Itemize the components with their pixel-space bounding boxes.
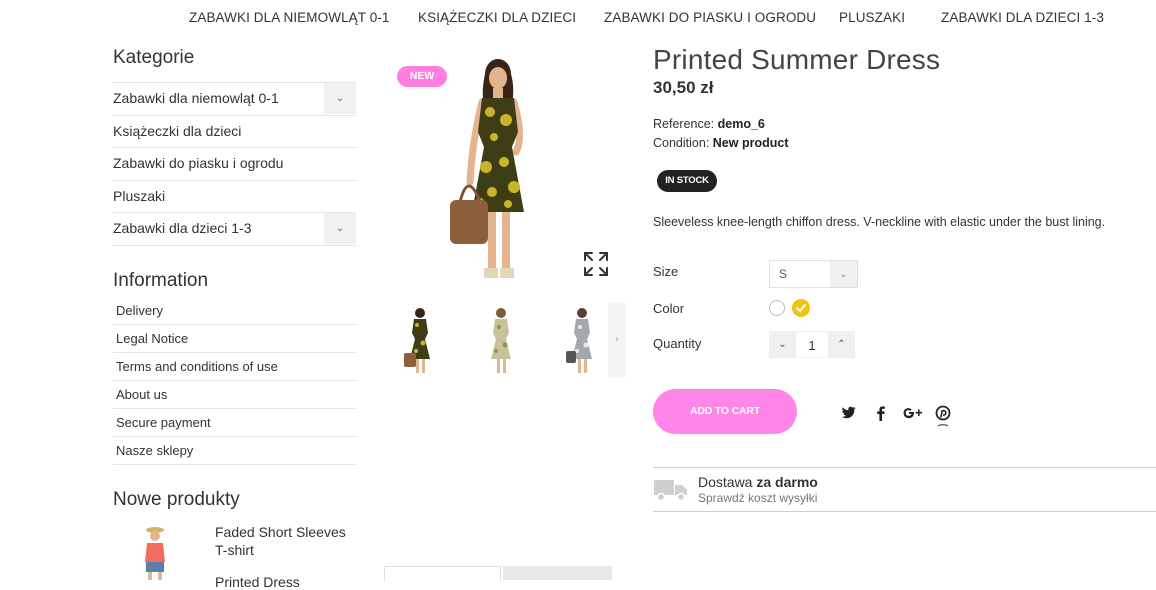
size-label: Size: [653, 264, 679, 279]
pinterest-glyph: [935, 405, 951, 426]
twitter-glyph: [841, 406, 856, 419]
tab[interactable]: [384, 566, 501, 581]
shipping-cost-link[interactable]: Sprawdź koszt wysyłki: [698, 491, 817, 505]
google-plus-glyph: [903, 408, 922, 419]
add-to-cart-button[interactable]: ADD TO CART: [653, 389, 797, 434]
shipping-title-prefix: Dostawa: [698, 474, 753, 490]
shipping-title: Dostawa za darmo: [698, 474, 818, 490]
twitter-icon[interactable]: [840, 404, 858, 422]
google-plus-icon[interactable]: [902, 404, 924, 422]
chevron-down-icon[interactable]: ⌄: [324, 83, 356, 114]
size-value: S: [779, 267, 788, 281]
category-label: Pluszaki: [113, 187, 166, 204]
category-label: Książeczki dla dzieci: [113, 122, 242, 139]
information-list: Delivery Legal Notice Terms and conditio…: [113, 297, 356, 465]
expand-arrows-icon: [584, 252, 608, 276]
check-icon: [796, 304, 806, 313]
shipping-info: Dostawa za darmo Sprawdź koszt wysyłki: [653, 467, 1156, 512]
facebook-glyph: [877, 406, 885, 421]
category-item[interactable]: Zabawki dla dzieci 1-3 ⌄: [113, 212, 356, 246]
topnav-item-zabawki-niemowlat[interactable]: ZABAWKI DLA NIEMOWLĄT 0-1: [189, 10, 390, 25]
color-swatch-yellow[interactable]: [792, 299, 810, 317]
categories-heading: Kategorie: [113, 47, 195, 68]
category-label: Zabawki dla niemowląt 0-1: [113, 90, 279, 106]
color-swatch-white[interactable]: [769, 300, 785, 316]
gallery-thumbnail[interactable]: [465, 303, 537, 377]
category-label: Zabawki dla dzieci 1-3: [113, 220, 252, 236]
dress-photo: [420, 52, 590, 292]
expand-icon[interactable]: [583, 251, 609, 277]
chevron-down-icon[interactable]: ⌄: [324, 213, 356, 244]
pinterest-icon[interactable]: [934, 404, 952, 426]
color-label: Color: [653, 301, 685, 316]
quantity-label: Quantity: [653, 336, 702, 351]
quantity-input[interactable]: 1: [796, 331, 828, 358]
new-product-name[interactable]: Faded Short Sleeves T-shirt: [215, 523, 355, 559]
reference-label: Reference:: [653, 117, 715, 131]
main-product-image[interactable]: [420, 52, 590, 292]
product-image: [145, 527, 165, 580]
truck-icon: [654, 480, 687, 502]
info-link-secure-payment[interactable]: Secure payment: [113, 409, 356, 437]
quantity-stepper: ⌄ 1 ⌃: [769, 331, 855, 358]
stock-badge: IN STOCK: [657, 170, 717, 192]
topnav-item-zabawki-1-3[interactable]: ZABAWKI DLA DZIECI 1-3: [941, 10, 1104, 25]
info-link-legal-notice[interactable]: Legal Notice: [113, 325, 356, 353]
product-description: Sleeveless knee-length chiffon dress. V-…: [653, 215, 1106, 229]
top-navigation: ZABAWKI DLA NIEMOWLĄT 0-1 KSIĄŻECZKI DLA…: [0, 0, 1156, 36]
category-list: Zabawki dla niemowląt 0-1 ⌄ Książeczki d…: [113, 82, 356, 246]
minus-button[interactable]: ⌄: [769, 331, 796, 358]
product-title: Printed Summer Dress: [653, 44, 941, 75]
category-item[interactable]: Zabawki dla niemowląt 0-1 ⌄: [113, 82, 356, 115]
category-item[interactable]: Pluszaki: [113, 179, 356, 213]
plus-button[interactable]: ⌃: [828, 331, 855, 358]
size-select[interactable]: S ⌄: [769, 260, 858, 288]
thumbnail-image: [491, 308, 511, 373]
gallery-thumbnail[interactable]: [384, 303, 456, 377]
chevron-right-icon[interactable]: ›: [608, 303, 626, 377]
thumbnail-image: [404, 308, 430, 373]
info-link-about-us[interactable]: About us: [113, 381, 356, 409]
condition-line: Condition: New product: [653, 136, 788, 150]
facebook-icon[interactable]: [872, 404, 890, 422]
category-item[interactable]: Książeczki dla dzieci: [113, 114, 356, 148]
info-link-terms[interactable]: Terms and conditions of use: [113, 353, 356, 381]
new-product-thumbnail[interactable]: [130, 524, 180, 580]
topnav-item-pluszaki[interactable]: PLUSZAKI: [839, 10, 905, 25]
condition-label: Condition:: [653, 136, 710, 150]
condition-value: New product: [712, 136, 789, 150]
new-product-name[interactable]: Printed Dress: [215, 574, 300, 590]
new-badge: NEW: [397, 66, 447, 87]
topnav-item-zabawki-piasku[interactable]: ZABAWKI DO PIASKU I OGRODU: [604, 10, 816, 25]
category-item[interactable]: Zabawki do piasku i ogrodu: [113, 147, 356, 180]
shipping-title-bold: za darmo: [756, 474, 818, 490]
reference-value: demo_6: [717, 117, 765, 131]
tab[interactable]: [503, 566, 612, 580]
info-link-delivery[interactable]: Delivery: [113, 297, 356, 325]
topnav-item-ksiazeczki[interactable]: KSIĄŻECZKI DLA DZIECI: [418, 10, 576, 25]
chevron-down-icon[interactable]: ⌄: [830, 261, 857, 287]
reference-line: Reference: demo_6: [653, 117, 765, 131]
category-label: Zabawki do piasku i ogrodu: [113, 155, 284, 171]
product-price: 30,50 zł: [653, 78, 714, 97]
new-products-heading: Nowe produkty: [113, 489, 240, 510]
information-heading: Information: [113, 270, 209, 291]
info-link-stores[interactable]: Nasze sklepy: [113, 437, 356, 465]
